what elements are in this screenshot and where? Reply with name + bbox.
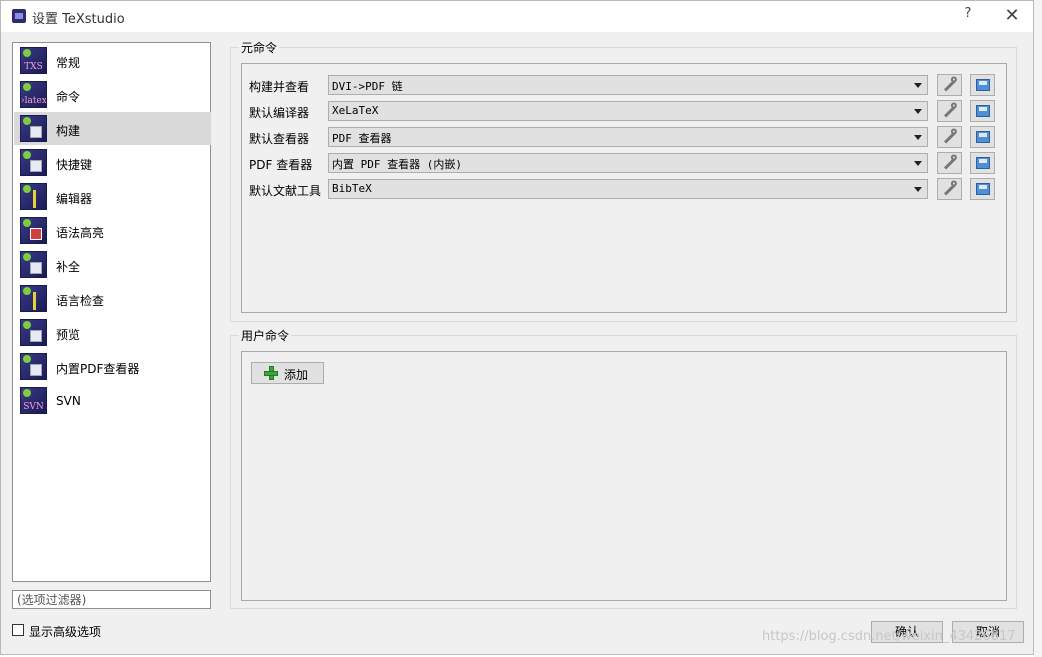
chevron-down-icon bbox=[914, 83, 922, 88]
sidebar-item-pdf-viewer[interactable]: 内置PDF查看器 bbox=[14, 350, 211, 383]
txs-icon: TXS bbox=[20, 47, 47, 74]
cancel-button[interactable]: 取消 bbox=[952, 621, 1024, 643]
close-button[interactable]: ✕ bbox=[1001, 5, 1023, 27]
keyboard-icon bbox=[20, 149, 47, 176]
cmd-row-default-compiler: 默认编译器 XeLaTeX bbox=[249, 100, 999, 122]
ok-button[interactable]: 确认 bbox=[871, 621, 943, 643]
sidebar-item-label: 语法高亮 bbox=[56, 226, 105, 240]
configure-button[interactable] bbox=[937, 178, 962, 200]
sidebar-item-general[interactable]: TXS 常规 bbox=[14, 44, 211, 77]
syntax-highlight-icon bbox=[20, 217, 47, 244]
default-viewer-select[interactable]: PDF 查看器 bbox=[328, 127, 928, 147]
save-button[interactable] bbox=[970, 100, 995, 122]
options-filter-input[interactable] bbox=[12, 590, 211, 609]
sidebar-item-label: 补全 bbox=[56, 260, 81, 274]
chevron-down-icon bbox=[914, 187, 922, 192]
add-command-label: 添加 bbox=[284, 368, 309, 382]
meta-commands-title: 元命令 bbox=[239, 39, 280, 56]
sidebar-item-editor[interactable]: 编辑器 bbox=[14, 180, 211, 213]
wrench-icon bbox=[943, 131, 957, 144]
build-icon bbox=[20, 115, 47, 142]
sidebar-item-label: 命令 bbox=[56, 90, 81, 104]
sidebar-item-label: 预览 bbox=[56, 328, 81, 342]
completion-icon bbox=[20, 251, 47, 278]
cmd-row-default-bibliography: 默认文献工具 BibTeX bbox=[249, 178, 999, 200]
user-commands-group: 用户命令 bbox=[230, 327, 1017, 609]
configure-button[interactable] bbox=[937, 100, 962, 122]
window-title: 设置 TeXstudio bbox=[32, 12, 125, 27]
advanced-options-label: 显示高级选项 bbox=[29, 625, 102, 639]
background-window-edge bbox=[1034, 0, 1042, 657]
build-and-view-select[interactable]: DVI->PDF 链 bbox=[328, 75, 928, 95]
sidebar-item-svn[interactable]: SVN SVN bbox=[14, 384, 211, 417]
settings-category-list: TXS 常规 ›latex 命令 构建 快捷键 编辑器 语法高亮 补全 语言检查… bbox=[12, 42, 211, 582]
settings-dialog: 设置 TeXstudio ? ✕ TXS 常规 ›latex 命令 构建 快捷键… bbox=[0, 0, 1034, 655]
cmd-row-build-and-view: 构建并查看 DVI->PDF 链 bbox=[249, 74, 999, 96]
chevron-down-icon bbox=[914, 109, 922, 114]
sidebar-item-label: SVN bbox=[56, 394, 81, 408]
wrench-icon bbox=[943, 79, 957, 92]
cmd-label: 默认文献工具 bbox=[249, 184, 322, 198]
title-bar: 设置 TeXstudio ? ✕ bbox=[1, 1, 1033, 32]
sidebar-item-commands[interactable]: ›latex 命令 bbox=[14, 78, 211, 111]
sidebar-item-completion[interactable]: 补全 bbox=[14, 248, 211, 281]
sidebar-item-label: 语言检查 bbox=[56, 294, 105, 308]
disk-icon bbox=[976, 183, 990, 195]
save-button[interactable] bbox=[970, 126, 995, 148]
save-button[interactable] bbox=[970, 152, 995, 174]
editor-icon bbox=[20, 183, 47, 210]
advanced-options-checkbox[interactable] bbox=[12, 624, 24, 636]
sidebar-item-label: 常规 bbox=[56, 56, 81, 70]
sidebar-item-shortcuts[interactable]: 快捷键 bbox=[14, 146, 211, 179]
wrench-icon bbox=[943, 157, 957, 170]
sidebar-item-label: 内置PDF查看器 bbox=[56, 362, 140, 376]
wrench-icon bbox=[943, 105, 957, 118]
cmd-label: 构建并查看 bbox=[249, 80, 310, 94]
sidebar-item-syntax-highlight[interactable]: 语法高亮 bbox=[14, 214, 211, 247]
wrench-icon bbox=[943, 183, 957, 196]
add-command-button[interactable]: 添加 bbox=[251, 362, 324, 384]
disk-icon bbox=[976, 131, 990, 143]
pdf-viewer-icon bbox=[20, 353, 47, 380]
preview-icon bbox=[20, 319, 47, 346]
language-check-icon bbox=[20, 285, 47, 312]
sidebar-item-label: 构建 bbox=[56, 124, 81, 138]
disk-icon bbox=[976, 105, 990, 117]
sidebar-item-build[interactable]: 构建 bbox=[14, 112, 211, 145]
cmd-row-default-viewer: 默认查看器 PDF 查看器 bbox=[249, 126, 999, 148]
save-button[interactable] bbox=[970, 74, 995, 96]
disk-icon bbox=[976, 157, 990, 169]
configure-button[interactable] bbox=[937, 74, 962, 96]
svn-icon: SVN bbox=[20, 387, 47, 414]
default-bibliography-select[interactable]: BibTeX bbox=[328, 179, 928, 199]
plus-icon bbox=[264, 366, 278, 380]
latex-icon: ›latex bbox=[20, 81, 47, 108]
sidebar-item-label: 快捷键 bbox=[56, 158, 93, 172]
cmd-label: PDF 查看器 bbox=[249, 158, 313, 172]
cmd-label: 默认查看器 bbox=[249, 132, 310, 146]
sidebar-item-label: 编辑器 bbox=[56, 192, 93, 206]
chevron-down-icon bbox=[914, 161, 922, 166]
pdf-viewer-select[interactable]: 内置 PDF 查看器 (内嵌) bbox=[328, 153, 928, 173]
cmd-label: 默认编译器 bbox=[249, 106, 310, 120]
disk-icon bbox=[976, 79, 990, 91]
user-commands-title: 用户命令 bbox=[239, 327, 292, 344]
cmd-row-pdf-viewer: PDF 查看器 内置 PDF 查看器 (内嵌) bbox=[249, 152, 999, 174]
save-button[interactable] bbox=[970, 178, 995, 200]
configure-button[interactable] bbox=[937, 126, 962, 148]
help-button[interactable]: ? bbox=[959, 6, 977, 26]
chevron-down-icon bbox=[914, 135, 922, 140]
sidebar-item-language-check[interactable]: 语言检查 bbox=[14, 282, 211, 315]
configure-button[interactable] bbox=[937, 152, 962, 174]
texstudio-app-icon bbox=[12, 9, 26, 23]
default-compiler-select[interactable]: XeLaTeX bbox=[328, 101, 928, 121]
sidebar-item-preview[interactable]: 预览 bbox=[14, 316, 211, 349]
user-commands-panel bbox=[241, 351, 1007, 601]
